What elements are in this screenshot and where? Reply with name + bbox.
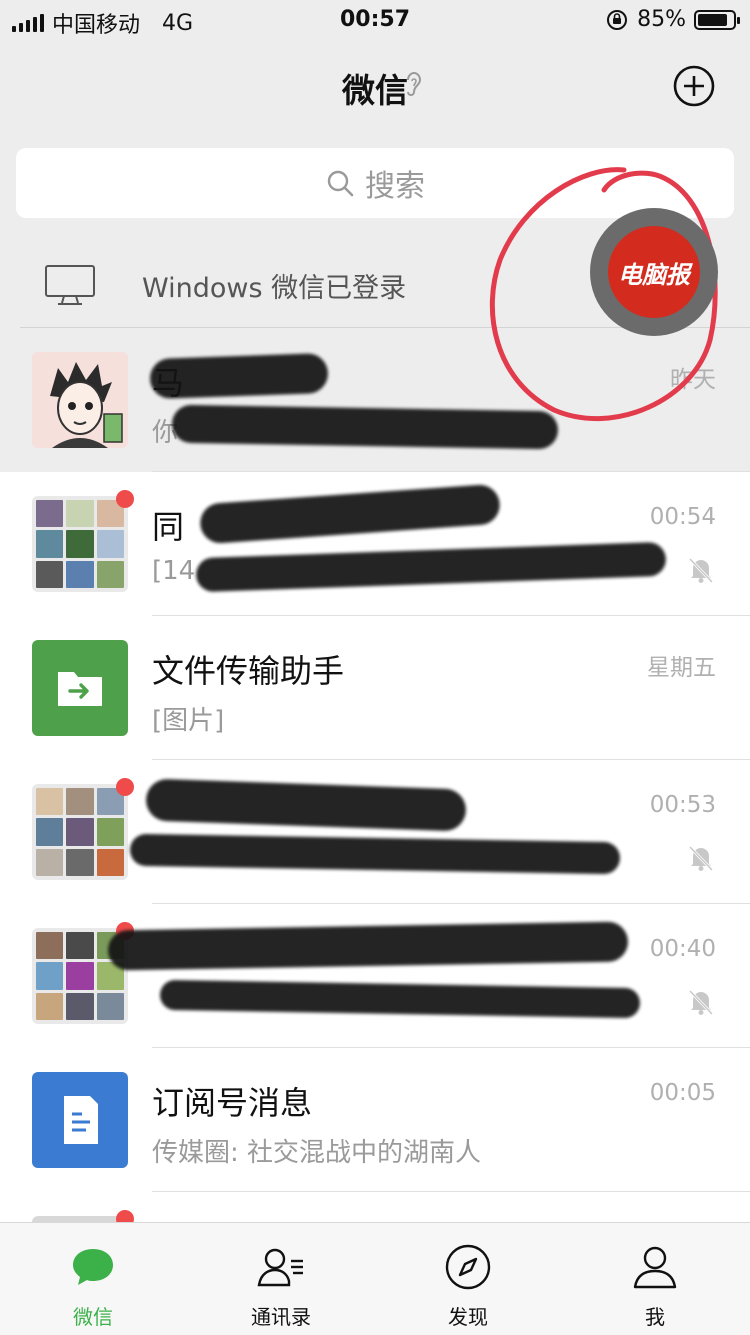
mute-icon [688, 845, 714, 872]
chat-name: 文件传输助手 [152, 652, 345, 690]
search-placeholder: 搜索 [365, 169, 425, 204]
avatar [32, 352, 128, 448]
chat-preview: 传媒圈: 社交混战中的湖南人 [152, 1138, 482, 1168]
chat-time: 星期五 [647, 655, 716, 681]
status-bar: 中国移动 4G 00:57 85% [0, 0, 750, 40]
chat-name: 同 [152, 508, 185, 546]
chat-row[interactable]: 00:40 [0, 904, 750, 1048]
add-icon[interactable] [672, 64, 716, 108]
compass-icon [445, 1244, 491, 1290]
redaction-scribble [159, 979, 641, 1019]
chat-preview: [14 [152, 556, 196, 586]
mute-icon [688, 989, 714, 1016]
battery-percent: 85% [637, 7, 686, 32]
chat-time: 昨天 [670, 367, 716, 393]
chat-bubble-icon [73, 1249, 113, 1285]
subscription-avatar [32, 1072, 128, 1168]
tab-label: 我 [645, 1305, 665, 1329]
redaction-scribble [107, 921, 629, 971]
tab-discover[interactable]: 发现 [408, 1223, 528, 1335]
group-avatar [32, 784, 128, 880]
monitor-icon [45, 265, 95, 305]
tab-label: 微信 [73, 1305, 113, 1329]
tab-label: 通讯录 [251, 1305, 311, 1329]
earpiece-mode-icon [407, 72, 422, 96]
tab-label: 发现 [448, 1305, 488, 1329]
unread-dot [116, 778, 134, 796]
title-bar: 微信 [0, 40, 750, 130]
floating-badge[interactable]: 电脑报 [590, 208, 718, 336]
group-avatar [32, 496, 128, 592]
login-notice-label: Windows 微信已登录 [142, 273, 407, 304]
chat-name: 订阅号消息 [152, 1084, 313, 1122]
chat-time: 00:40 [649, 936, 716, 962]
tab-chats[interactable]: 微信 [33, 1223, 153, 1335]
chat-row[interactable]: 同 [14 00:54 [0, 472, 750, 616]
search-bar[interactable]: 搜索 [16, 148, 734, 218]
redaction-scribble [171, 404, 559, 450]
chat-row[interactable]: 00:53 [0, 760, 750, 904]
search-icon [327, 170, 354, 197]
chat-preview: [图片] [152, 706, 225, 736]
badge-logo: 电脑报 [608, 226, 700, 318]
mute-icon [688, 557, 714, 584]
contacts-icon [257, 1248, 303, 1287]
redaction-scribble [195, 541, 667, 593]
tab-contacts[interactable]: 通讯录 [221, 1223, 341, 1335]
redaction-scribble [129, 833, 621, 875]
orientation-lock-icon [607, 9, 628, 30]
tab-bar: 微信 通讯录 发现 我 [0, 1222, 750, 1335]
chat-row[interactable]: 订阅号消息 传媒圈: 社交混战中的湖南人 00:05 [0, 1048, 750, 1192]
redaction-scribble [145, 778, 467, 832]
page-title: 微信 [342, 71, 408, 110]
chat-list: 马 你 昨天 同 [14 00:54 [0, 328, 750, 1232]
unread-dot [116, 490, 134, 508]
battery-icon [694, 9, 740, 30]
chat-row[interactable]: 马 你 昨天 [0, 328, 750, 472]
chat-time: 00:54 [649, 504, 716, 530]
person-icon [633, 1246, 677, 1289]
chat-time: 00:05 [649, 1080, 716, 1106]
tab-me[interactable]: 我 [595, 1223, 715, 1335]
redaction-scribble [198, 483, 502, 545]
chat-time: 00:53 [649, 792, 716, 818]
file-helper-avatar [32, 640, 128, 736]
chat-row[interactable]: 文件传输助手 [图片] 星期五 [0, 616, 750, 760]
redaction-scribble [149, 352, 329, 400]
